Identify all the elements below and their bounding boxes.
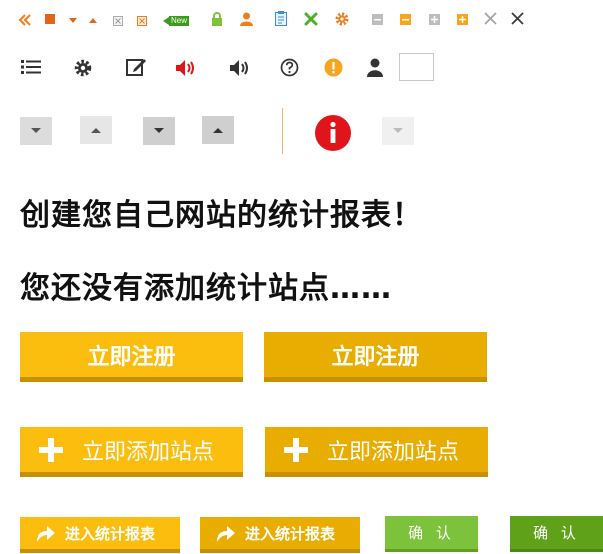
edit-icon[interactable] [125,56,147,78]
down-arrow-button[interactable] [20,117,52,145]
settings-gear-icon[interactable] [72,57,94,79]
double-left-arrow-icon[interactable] [18,12,32,28]
down-arrow-button-disabled [382,117,414,145]
maximize-active-icon[interactable] [456,13,468,25]
register-button-label: 立即注册 [87,344,176,370]
up-arrow-button[interactable] [80,116,112,144]
plus-icon [39,437,63,462]
close-dark-icon[interactable] [510,11,525,26]
add-site-button-hover[interactable]: 立即添加站点 [265,427,488,477]
warning-icon[interactable] [323,57,344,78]
maximize-icon[interactable] [428,13,440,25]
enter-report-button-label: 进入统计报表 [65,524,156,543]
close-box-alt-icon[interactable] [136,15,148,27]
plus-icon [284,437,308,462]
volume-icon[interactable] [228,57,250,79]
forward-arrow-icon [217,526,235,542]
clipboard-icon[interactable] [274,10,288,27]
down-arrow-button-hover[interactable] [143,117,175,145]
up-triangle-icon[interactable] [88,15,98,25]
confirm-button-label: 确 认 [408,524,455,542]
list-icon[interactable] [20,57,42,77]
close-light-icon[interactable] [483,11,498,26]
gear-icon[interactable] [333,10,350,27]
add-site-button[interactable]: 立即添加站点 [20,427,243,477]
new-badge-icon: New [162,14,190,28]
close-box-icon[interactable] [112,15,124,27]
vertical-divider [282,108,283,154]
new-badge-label: New [168,16,189,26]
register-button-hover[interactable]: 立即注册 [264,332,487,382]
help-icon[interactable] [279,57,300,78]
up-arrow-button-hover[interactable] [202,116,234,144]
enter-report-button[interactable]: 进入统计报表 [20,517,180,553]
error-info-icon[interactable] [315,115,351,151]
empty-input-box[interactable] [399,53,434,81]
register-button[interactable]: 立即注册 [20,332,243,382]
enter-report-button-hover[interactable]: 进入统计报表 [200,517,360,553]
tools-icon[interactable] [303,11,319,27]
orange-square-icon[interactable] [44,13,56,25]
user-icon[interactable] [239,11,253,27]
person-icon[interactable] [366,57,384,78]
confirm-button-hover-label: 确 认 [533,524,580,542]
volume-muted-icon[interactable] [174,57,196,79]
heading-create-report: 创建您自己网站的统计报表！ [20,198,423,233]
add-site-button-hover-label: 立即添加站点 [327,439,460,465]
confirm-button-hover[interactable]: 确 认 [510,516,603,552]
minimize-icon[interactable] [371,13,383,25]
heading-no-site: 您还没有添加统计站点…… [20,271,392,306]
register-button-hover-label: 立即注册 [331,344,420,370]
confirm-button[interactable]: 确 认 [385,516,478,552]
forward-arrow-icon [37,526,55,542]
lock-icon[interactable] [210,11,224,27]
add-site-button-label: 立即添加站点 [82,439,215,465]
enter-report-button-hover-label: 进入统计报表 [245,524,336,543]
dropdown-arrow-icon[interactable] [67,15,79,25]
minimize-active-icon[interactable] [399,13,411,25]
